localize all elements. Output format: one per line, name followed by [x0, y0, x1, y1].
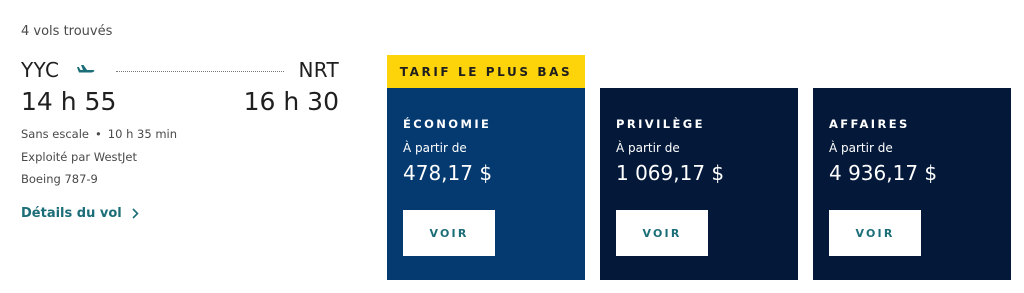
- origin-airport: YYC: [21, 58, 60, 82]
- fare-price: 1 069,17 $: [616, 161, 725, 185]
- from-label: À partir de: [616, 141, 680, 155]
- view-premium-button[interactable]: VOIR: [616, 210, 708, 256]
- cabin-name: AFFAIRES: [829, 117, 910, 131]
- flight-summary: YYC NRT 14 h 55 16 h 30 Sans escale • 10 h…: [21, 58, 339, 221]
- results-count: 4 vols trouvés: [21, 24, 113, 39]
- from-label: À partir de: [403, 141, 467, 155]
- arrival-time: 16 h 30: [243, 87, 339, 116]
- cabin-name: PRIVILÈGE: [616, 117, 705, 131]
- operated-by: Exploité par WestJet: [21, 149, 138, 164]
- times-row: 14 h 55 16 h 30: [21, 87, 339, 121]
- lowest-fare-banner: TARIF LE PLUS BAS: [387, 55, 585, 88]
- destination-airport: NRT: [298, 58, 339, 82]
- duration-label: 10 h 35 min: [107, 127, 178, 141]
- view-business-button[interactable]: VOIR: [829, 210, 921, 256]
- route-row: YYC NRT: [21, 58, 339, 84]
- flight-details-link[interactable]: Détails du vol: [21, 206, 139, 221]
- flight-details-label: Détails du vol: [21, 205, 122, 221]
- fare-card-economy: ÉCONOMIE À partir de 478,17 $ VOIR: [387, 88, 585, 280]
- airplane-icon: [77, 65, 95, 73]
- cabin-name: ÉCONOMIE: [403, 117, 492, 131]
- stops-label: Sans escale: [21, 127, 89, 141]
- fare-card-business: AFFAIRES À partir de 4 936,17 $ VOIR: [813, 88, 1011, 280]
- view-economy-button[interactable]: VOIR: [403, 210, 495, 256]
- bullet-separator: •: [95, 127, 102, 141]
- stops-duration: Sans escale • 10 h 35 min: [21, 123, 339, 146]
- fare-price: 478,17 $: [403, 161, 493, 185]
- aircraft-type: Boeing 787-9: [21, 172, 98, 186]
- chevron-right-icon: [132, 207, 139, 219]
- fare-card-premium: PRIVILÈGE À partir de 1 069,17 $ VOIR: [600, 88, 798, 280]
- fare-price: 4 936,17 $: [829, 161, 938, 185]
- route-dotted-line: [116, 71, 284, 72]
- departure-time: 14 h 55: [21, 87, 117, 116]
- from-label: À partir de: [829, 141, 893, 155]
